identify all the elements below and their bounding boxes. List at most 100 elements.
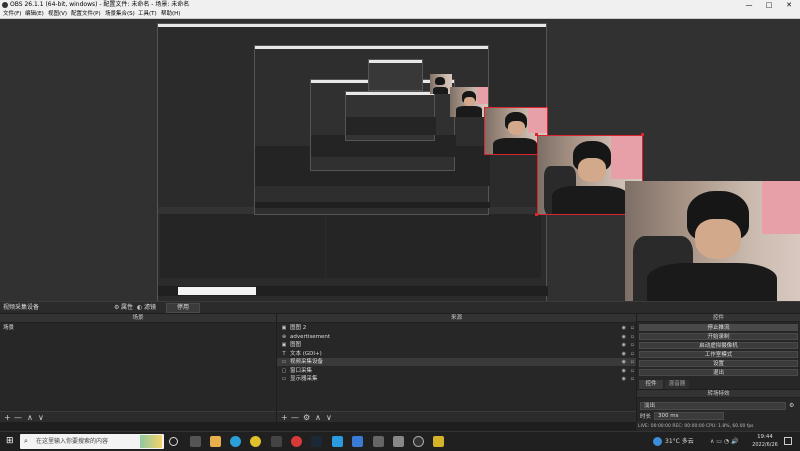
transition-select[interactable]: 淡出 bbox=[640, 402, 786, 410]
source-item[interactable]: ⊕advertisement◉▫ bbox=[277, 333, 636, 341]
cam-shirt bbox=[433, 87, 448, 94]
windows-start-icon[interactable]: ⊞ bbox=[6, 437, 15, 446]
eye-icon[interactable]: ◉ bbox=[622, 350, 626, 358]
captured-scenes-dock bbox=[160, 214, 325, 278]
cam-hair bbox=[435, 77, 445, 85]
menu-tools[interactable]: 工具(T) bbox=[138, 10, 157, 19]
captured-titlebar-4 bbox=[346, 92, 434, 95]
eye-icon[interactable]: ◉ bbox=[622, 367, 626, 375]
obs-taskbar-icon[interactable] bbox=[413, 436, 424, 447]
eye-icon[interactable]: ◉ bbox=[622, 341, 626, 349]
source-item[interactable]: ▣图图◉▫ bbox=[277, 341, 636, 349]
weather-text[interactable]: 31°C 多云 bbox=[665, 432, 694, 451]
resize-handle[interactable] bbox=[535, 133, 538, 136]
camera-icon: ▭ bbox=[280, 359, 288, 365]
source-item[interactable]: ▣图图 2◉▫ bbox=[277, 324, 636, 332]
menu-edit[interactable]: 编辑(E) bbox=[25, 10, 44, 19]
eye-icon[interactable]: ◉ bbox=[622, 358, 626, 366]
right-tabs: 控件 混音器 bbox=[637, 380, 800, 389]
settings-button[interactable]: 设置 bbox=[639, 360, 798, 367]
lock-icon[interactable]: ▫ bbox=[631, 350, 634, 358]
chrome-icon[interactable] bbox=[250, 436, 261, 447]
menu-view[interactable]: 视图(V) bbox=[48, 10, 67, 19]
eye-icon[interactable]: ◉ bbox=[622, 324, 626, 332]
camera-source-main[interactable] bbox=[625, 181, 800, 301]
cam-pink bbox=[762, 181, 800, 234]
menu-profile[interactable]: 配置文件(P) bbox=[71, 10, 101, 19]
source-item[interactable]: ▭显示器采集◉▫ bbox=[277, 375, 636, 383]
app-icon[interactable] bbox=[373, 436, 384, 447]
filters-button[interactable]: 滤镜 bbox=[144, 302, 156, 314]
controls-dock: 控件 停止推流 开始录制 启动虚拟摄像机 工作室模式 设置 退出 bbox=[637, 314, 800, 380]
remove-source-button[interactable]: — bbox=[291, 412, 299, 423]
start-virtual-camera-button[interactable]: 启动虚拟摄像机 bbox=[639, 342, 798, 349]
taskbar-search[interactable]: ⌕ 在这里输入你要搜索的内容 bbox=[20, 434, 164, 449]
lock-icon[interactable]: ▫ bbox=[631, 333, 634, 341]
window-icon: ▢ bbox=[280, 368, 288, 374]
camera-thumb-4 bbox=[450, 87, 488, 117]
search-icon: ⌕ bbox=[24, 434, 28, 449]
exit-button[interactable]: 退出 bbox=[639, 369, 798, 376]
studio-mode-button[interactable]: 工作室模式 bbox=[639, 351, 798, 358]
move-scene-up-button[interactable]: ∧ bbox=[27, 412, 33, 423]
tab-controls[interactable]: 控件 bbox=[639, 380, 663, 389]
close-button[interactable]: ✕ bbox=[782, 0, 796, 10]
tab-mixer[interactable]: 混音器 bbox=[665, 380, 689, 389]
app-icon[interactable] bbox=[332, 436, 343, 447]
add-source-button[interactable]: + bbox=[281, 412, 288, 423]
lock-icon[interactable]: ▫ bbox=[631, 367, 634, 375]
taskbar-date[interactable]: 2022/6/26 bbox=[750, 442, 780, 449]
properties-button[interactable]: 属性 bbox=[121, 302, 133, 314]
eye-icon[interactable]: ◉ bbox=[622, 375, 626, 383]
add-scene-button[interactable]: + bbox=[4, 412, 11, 423]
duration-input[interactable]: 300 ms bbox=[654, 412, 724, 420]
move-source-up-button[interactable]: ∧ bbox=[315, 412, 321, 423]
lock-icon[interactable]: ▫ bbox=[631, 375, 634, 383]
cortana-icon[interactable] bbox=[169, 437, 178, 446]
scenes-footer: + — ∧ ∨ bbox=[0, 411, 276, 422]
stop-streaming-button[interactable]: 停止推流 bbox=[639, 324, 798, 331]
scene-item[interactable]: 场景 bbox=[0, 324, 276, 332]
app-icon[interactable] bbox=[433, 436, 444, 447]
app-icon[interactable] bbox=[271, 436, 282, 447]
move-source-down-button[interactable]: ∨ bbox=[326, 412, 332, 423]
menu-file[interactable]: 文件(F) bbox=[3, 10, 21, 19]
remove-scene-button[interactable]: — bbox=[14, 412, 22, 423]
netease-music-icon[interactable] bbox=[291, 436, 302, 447]
taskbar-time[interactable]: 19:44 bbox=[752, 434, 778, 441]
maximize-button[interactable]: □ bbox=[762, 0, 776, 10]
start-recording-button[interactable]: 开始录制 bbox=[639, 333, 798, 340]
source-item-label: advertisement bbox=[290, 333, 330, 341]
image-icon: ▣ bbox=[280, 342, 288, 348]
cam-pink bbox=[611, 136, 642, 179]
source-item-label: 窗口采集 bbox=[290, 367, 312, 375]
gear-icon[interactable]: ⚙ bbox=[789, 402, 794, 409]
scenes-header: 场景 bbox=[0, 314, 276, 323]
resize-handle[interactable] bbox=[641, 133, 644, 136]
menu-help[interactable]: 帮助(H) bbox=[161, 10, 180, 19]
file-explorer-icon[interactable] bbox=[210, 436, 221, 447]
resize-handle[interactable] bbox=[535, 213, 538, 216]
move-scene-down-button[interactable]: ∨ bbox=[38, 412, 44, 423]
minimize-button[interactable]: — bbox=[742, 0, 756, 10]
source-item[interactable]: ▢窗口采集 ◉ ▫ bbox=[277, 367, 636, 375]
lock-icon[interactable]: ▫ bbox=[631, 358, 634, 366]
notification-icon[interactable] bbox=[784, 437, 792, 445]
duration-label: 时长 bbox=[640, 412, 651, 420]
captured-titlebar-2 bbox=[255, 46, 488, 49]
app-icon[interactable] bbox=[393, 436, 404, 447]
steam-icon[interactable] bbox=[311, 436, 322, 447]
tray-icons[interactable]: ∧ ▭ ◔ 🔊 bbox=[710, 432, 739, 451]
edge-icon[interactable] bbox=[230, 436, 241, 447]
lock-icon[interactable]: ▫ bbox=[631, 324, 634, 332]
source-properties-button[interactable]: ⚙ bbox=[303, 412, 310, 423]
task-view-icon[interactable] bbox=[190, 436, 201, 447]
eye-icon[interactable]: ◉ bbox=[622, 333, 626, 341]
deactivate-button[interactable]: 停用 bbox=[166, 303, 200, 313]
lock-icon[interactable]: ▫ bbox=[631, 341, 634, 349]
source-item[interactable]: ▭视频采集设备◉▫ bbox=[277, 358, 636, 366]
source-item[interactable]: T文本 (GDI+)◉▫ bbox=[277, 350, 636, 358]
app-icon[interactable] bbox=[352, 436, 363, 447]
preview-canvas[interactable] bbox=[0, 19, 800, 301]
menu-scene-collection[interactable]: 场景集合(S) bbox=[105, 10, 135, 19]
